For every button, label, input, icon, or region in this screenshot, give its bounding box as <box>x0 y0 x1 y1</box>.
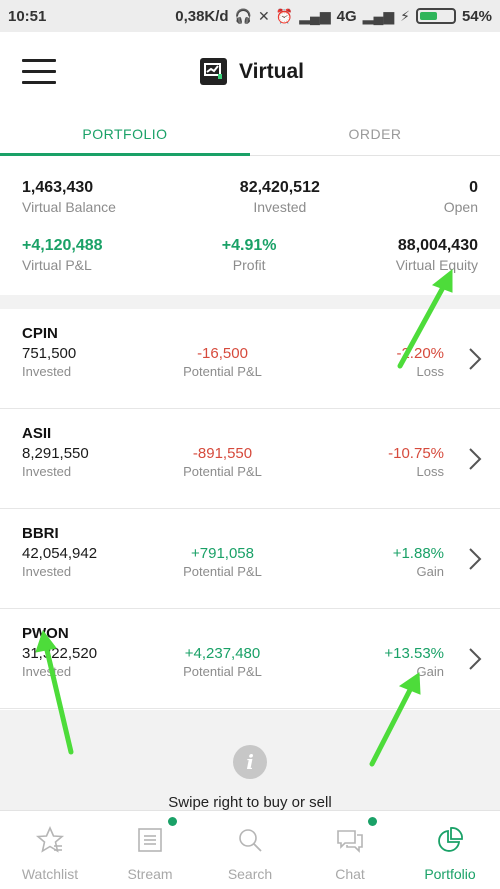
search-icon <box>239 829 262 852</box>
virtual-pnl-label: Virtual P&L <box>22 257 92 273</box>
info-icon: i <box>233 745 267 779</box>
open-value: 0 <box>469 179 478 196</box>
virtual-pnl: +4,120,488 Virtual P&L <box>22 237 103 273</box>
virtual-balance: 1,463,430 Virtual Balance <box>22 179 116 215</box>
swipe-hint-text: Swipe right to buy or sell <box>168 794 332 811</box>
invested-total: 82,420,512 Invested <box>240 179 320 215</box>
ticker: PWON <box>22 625 69 642</box>
nav-stream[interactable]: Stream <box>100 811 200 889</box>
pnl-percent: +1.88% <box>392 545 444 562</box>
open-label: Open <box>443 199 478 215</box>
open-orders: 0 Open <box>444 179 478 215</box>
charging-icon: ⚡ <box>400 7 410 24</box>
network-type: 4G <box>336 7 357 25</box>
chat-icon <box>337 830 363 853</box>
potential-pnl-value: -16,500 <box>197 345 248 362</box>
chevron-right-icon[interactable] <box>468 447 482 471</box>
virtual-equity: 88,004,430 Virtual Equity <box>396 237 478 273</box>
nav-chat[interactable]: Chat <box>300 811 400 889</box>
potential-pnl-label: Potential P&L <box>183 564 262 579</box>
tab-bar: PORTFOLIO ORDER <box>0 110 500 156</box>
headphones-icon: 🎧 <box>234 7 253 24</box>
nav-label: Watchlist <box>21 866 79 882</box>
stock-invested-label: Invested <box>22 464 72 479</box>
virtual-equity-label: Virtual Equity <box>395 257 478 273</box>
pnl-percent: -10.75% <box>388 445 444 462</box>
nav-label: Portfolio <box>424 866 476 882</box>
potential-pnl-label: Potential P&L <box>183 664 262 679</box>
net-speed: 0,38K/d <box>175 7 229 25</box>
potential-pnl-label: Potential P&L <box>183 464 262 479</box>
pnl-percent: -2.20% <box>396 345 444 362</box>
profit-value: +4.91% <box>221 237 277 254</box>
ticker: ASII <box>22 425 52 442</box>
stock-row-cpin[interactable]: CPIN 751,500 Invested -16,500 Potential … <box>0 309 500 409</box>
virtual-logo-icon <box>200 58 227 85</box>
stock-invested-value: 8,291,550 <box>22 445 89 462</box>
chevron-right-icon[interactable] <box>468 347 482 371</box>
page-title: Virtual <box>239 59 304 83</box>
pnl-percent: +13.53% <box>384 645 444 662</box>
nav-label: Stream <box>127 866 173 882</box>
signal-icon-2: ▂▄▆ <box>362 7 395 24</box>
gain-loss-label: Gain <box>416 564 444 579</box>
alarm-icon: ⏰ <box>275 7 294 24</box>
menu-icon[interactable] <box>22 59 56 85</box>
stock-invested-label: Invested <box>22 364 72 379</box>
swipe-hint: i Swipe right to buy or sell <box>0 710 500 811</box>
battery-percent: 54% <box>461 7 492 25</box>
virtual-equity-value: 88,004,430 <box>397 237 478 254</box>
nav-watchlist[interactable]: Watchlist <box>0 811 100 889</box>
stream-notification-dot <box>168 817 177 826</box>
chevron-right-icon[interactable] <box>468 647 482 671</box>
potential-pnl-value: -891,550 <box>192 445 253 462</box>
nav-label: Search <box>227 866 273 882</box>
gain-loss-label: Loss <box>416 364 444 379</box>
stock-invested-value: 42,054,942 <box>22 545 98 562</box>
potential-pnl-value: +791,058 <box>191 545 254 562</box>
stock-row-pwon[interactable]: PWON 31,322,520 Invested +4,237,480 Pote… <box>0 609 500 709</box>
stock-invested-value: 751,500 <box>22 345 77 362</box>
virtual-pnl-value: +4,120,488 <box>22 237 103 254</box>
stock-row-bbri[interactable]: BBRI 42,054,942 Invested +791,058 Potent… <box>0 509 500 609</box>
nav-label: Chat <box>335 866 365 882</box>
gain-loss-label: Loss <box>416 464 444 479</box>
tab-portfolio[interactable]: PORTFOLIO <box>0 110 250 156</box>
ticker: BBRI <box>22 525 59 542</box>
stock-invested-label: Invested <box>22 664 72 679</box>
bottom-navigation: Watchlist Stream Search Chat Portfolio <box>0 810 500 889</box>
stock-list: CPIN 751,500 Invested -16,500 Potential … <box>0 309 500 709</box>
chat-notification-dot <box>368 817 377 826</box>
vibrate-icon: ✕ <box>258 7 270 24</box>
pie-chart-icon <box>438 827 463 852</box>
ticker: CPIN <box>22 325 58 342</box>
star-icon <box>35 826 65 853</box>
status-bar: 10:51 0,38K/d 🎧 ✕ ⏰ ▂▄▆ 4G ▂▄▆ ⚡ 54% <box>0 0 500 32</box>
stock-row-asii[interactable]: ASII 8,291,550 Invested -891,550 Potenti… <box>0 409 500 509</box>
profit: +4.91% Profit <box>222 237 277 273</box>
stock-invested-value: 31,322,520 <box>22 645 98 662</box>
battery-icon <box>415 8 456 24</box>
stock-invested-label: Invested <box>22 564 72 579</box>
portfolio-summary: 1,463,430 Virtual Balance 82,420,512 Inv… <box>0 157 500 295</box>
invested-label: Invested <box>253 199 307 215</box>
virtual-balance-value: 1,463,430 <box>22 179 94 196</box>
tab-order[interactable]: ORDER <box>250 110 500 155</box>
app-bar: Virtual <box>0 32 500 110</box>
stream-icon <box>138 828 162 852</box>
signal-icon: ▂▄▆ <box>299 7 331 24</box>
invested-value: 82,420,512 <box>239 179 320 196</box>
status-time: 10:51 <box>8 7 47 25</box>
gain-loss-label: Gain <box>416 664 444 679</box>
potential-pnl-value: +4,237,480 <box>184 645 261 662</box>
nav-search[interactable]: Search <box>200 811 300 889</box>
profit-label: Profit <box>232 257 266 273</box>
nav-portfolio[interactable]: Portfolio <box>400 811 500 889</box>
virtual-balance-label: Virtual Balance <box>22 199 116 215</box>
chevron-right-icon[interactable] <box>468 547 482 571</box>
potential-pnl-label: Potential P&L <box>183 364 262 379</box>
section-divider <box>0 295 500 309</box>
